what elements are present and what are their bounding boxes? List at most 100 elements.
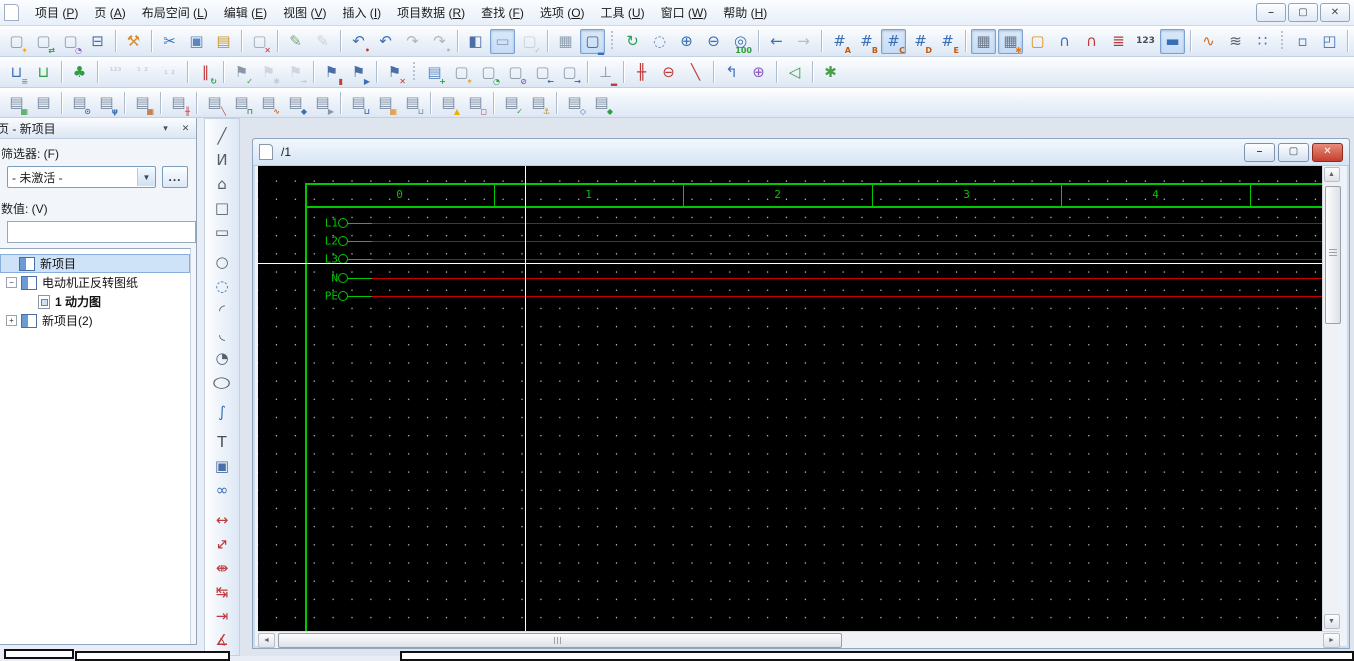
message-management-button[interactable]: ▤▲ (436, 90, 461, 115)
potential-connection-button[interactable]: ◁ (782, 60, 807, 85)
filter-dropdown[interactable]: - 未激活 - ▼ (7, 166, 156, 188)
zoom-in-button[interactable]: ⊕ (674, 29, 699, 54)
rectangle-tool[interactable]: □ (210, 196, 235, 220)
terminal-strips-navigator-button[interactable]: ▤╫ (166, 90, 191, 115)
grid-view-button[interactable]: ▦ (553, 29, 578, 54)
plc-navigator-button[interactable]: ▤⊓ (229, 90, 254, 115)
renumber-cables-button[interactable]: ₁ ₂ (157, 60, 182, 85)
new-page-button[interactable]: ▢✶ (4, 29, 29, 54)
circle-3point-tool[interactable]: ◌ (210, 274, 235, 298)
device-navigator-button[interactable]: ▤▦ (4, 90, 29, 115)
schematic-canvas[interactable]: 01234L1L2L3NPE (258, 166, 1322, 631)
image-tool[interactable]: ▣ (210, 454, 235, 478)
vertical-scrollbar[interactable]: ▲ ▼ (1322, 166, 1340, 631)
redraw-button[interactable]: ↻ (620, 29, 645, 54)
panel-display-button[interactable]: ▬ (1160, 29, 1185, 54)
device-list-button[interactable]: ▤ (31, 90, 56, 115)
dim-aligned-tool[interactable]: ↔ (210, 532, 235, 556)
filter-more-button[interactable]: ... (162, 166, 188, 188)
dim-angle-tool[interactable]: ∡ (210, 628, 235, 652)
doc-close-button[interactable]: ✕ (1312, 143, 1343, 162)
doc-restore-button[interactable]: ▢ (1278, 143, 1309, 162)
cable-navigator-button[interactable]: ▤∿ (256, 90, 281, 115)
undo-button[interactable]: ↶ (373, 29, 398, 54)
doc-minimize-button[interactable]: – (1244, 143, 1275, 162)
horizontal-scroll-thumb[interactable] (278, 633, 842, 648)
net-definition-point-button[interactable]: ✱ (818, 60, 843, 85)
renumber-devices-button[interactable]: ¹²³ (103, 60, 128, 85)
snap-grid-a-button[interactable]: #A (827, 29, 852, 54)
value-input[interactable] (7, 221, 196, 243)
selection-navigator-button[interactable]: ▤◻ (463, 90, 488, 115)
menu-item-12[interactable]: 帮助 (H) (715, 1, 775, 24)
interruption-point-button[interactable]: ╲ (683, 60, 708, 85)
horizontal-scrollbar[interactable]: ◄ ► (258, 631, 1340, 648)
design-mode-button[interactable]: ▢ (1025, 29, 1050, 54)
panel-menu-icon[interactable]: ▾ (157, 120, 174, 136)
toolbar-grip[interactable] (610, 31, 615, 51)
document-titlebar[interactable]: /1 –▢✕ (253, 139, 1349, 166)
collapse-icon[interactable]: − (6, 277, 17, 288)
error-log-button[interactable]: ⚑▮ (319, 60, 344, 85)
tree-item-4[interactable]: +新项目(2) (0, 311, 190, 330)
signal-tracking-button[interactable]: ≋ (1223, 29, 1248, 54)
scroll-up-button[interactable]: ▲ (1324, 167, 1340, 182)
open-page-button[interactable]: ▢⇄ (31, 29, 56, 54)
menu-item-7[interactable]: 项目数据 (R) (389, 1, 473, 24)
copy-button[interactable]: ▣ (184, 29, 209, 54)
new-page-type-button[interactable]: ▢✶ (449, 60, 474, 85)
logic-editor-button[interactable]: ≣ (1106, 29, 1131, 54)
paste-button[interactable]: ▤ (211, 29, 236, 54)
connection-navigator-button[interactable]: ▤▶ (310, 90, 335, 115)
macro-box-button[interactable]: ▫ (1290, 29, 1315, 54)
error-remove-button[interactable]: ⚑✕ (382, 60, 407, 85)
arc-tool[interactable]: ◟ (210, 322, 235, 346)
copy-pages-button[interactable]: ▤+ (422, 60, 447, 85)
tree-item-3[interactable]: 1 动力图 (0, 292, 190, 311)
parts-list-navigator-button[interactable]: ▤⊔ (346, 90, 371, 115)
potential-definition-button[interactable]: ⊖ (656, 60, 681, 85)
delete-selection-button[interactable]: ▢✕ (247, 29, 272, 54)
workbook-preview-button[interactable]: ▭ (490, 29, 515, 54)
scroll-right-button[interactable]: ► (1323, 633, 1340, 648)
arc-3point-tool[interactable]: ◜ (210, 298, 235, 322)
redo-button[interactable]: ↷ (400, 29, 425, 54)
menu-item-5[interactable]: 视图 (V) (275, 1, 334, 24)
check-project-button[interactable]: ⚑✓ (229, 60, 254, 85)
zoom-entire-button[interactable]: ◎100 (728, 29, 753, 54)
page-forward-button[interactable]: → (791, 29, 816, 54)
connection-corner-button[interactable]: ↰ (719, 60, 744, 85)
value-display-button[interactable]: 123 (1133, 29, 1158, 54)
parts-nav-button[interactable]: ⊔ (31, 60, 56, 85)
error-goto-button[interactable]: ⚑▶ (346, 60, 371, 85)
dim-chain-tool[interactable]: ⇼ (210, 556, 235, 580)
cabinet-navigator-button[interactable]: ▤▦ (130, 90, 155, 115)
menu-item-9[interactable]: 选项 (O) (532, 1, 593, 24)
line-tool[interactable]: ╱ (210, 124, 235, 148)
page-lock-button[interactable]: ▢⊘ (503, 60, 528, 85)
export-page-button[interactable]: ▢→ (557, 60, 582, 85)
signal-wave-button[interactable]: ∿ (1196, 29, 1221, 54)
spline-tool[interactable]: ∫ (210, 400, 235, 424)
toolbar-grip[interactable] (1280, 31, 1285, 51)
menu-item-8[interactable]: 查找 (F) (473, 1, 532, 24)
toolbar-grip[interactable] (412, 62, 417, 82)
page-macro-button[interactable]: ▢◔ (476, 60, 501, 85)
ellipse-tool[interactable]: ○ (210, 370, 235, 394)
stamp-button[interactable]: ⊥▂ (593, 60, 618, 85)
window-close-button[interactable]: ✕ (1320, 3, 1350, 22)
plug-navigator-button[interactable]: ▤ψ (94, 90, 119, 115)
parts-nav-back-button[interactable]: ⊔≡ (4, 60, 29, 85)
page-check-button[interactable]: ▢✓ (517, 29, 542, 54)
check-apply-button[interactable]: ⚑→ (283, 60, 308, 85)
format-paint-assign-button[interactable]: ✎ (310, 29, 335, 54)
task-list-button[interactable]: ▤✓ (499, 90, 524, 115)
new-window-button[interactable]: ◧ (463, 29, 488, 54)
panel-close-icon[interactable]: ✕ (177, 120, 194, 136)
model-view-green-button[interactable]: ▤◆ (589, 90, 614, 115)
menu-item-2[interactable]: 页 (A) (86, 1, 133, 24)
connection-symbols-button[interactable]: ∷ (1250, 29, 1275, 54)
sector-tool[interactable]: ◔ (210, 346, 235, 370)
window-restore-button[interactable]: ▢ (1288, 3, 1318, 22)
window-minimize-button[interactable]: – (1256, 3, 1286, 22)
